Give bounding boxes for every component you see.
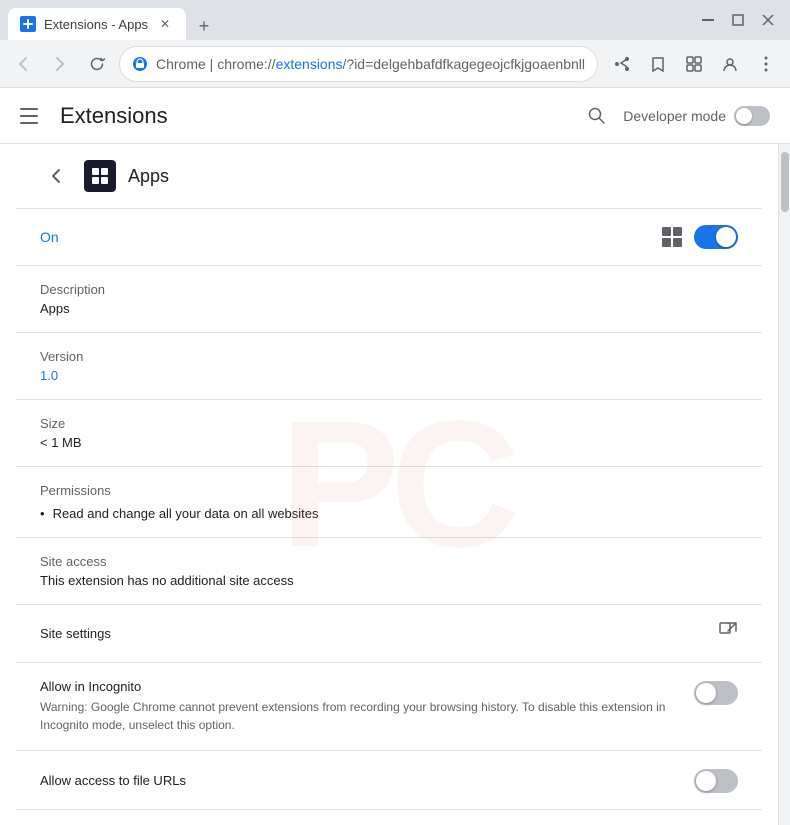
toolbar: Chrome | chrome://extensions/?id=delgehb…: [0, 40, 790, 88]
incognito-toggle[interactable]: [694, 681, 738, 705]
maximize-button[interactable]: [724, 6, 752, 34]
developer-mode-toggle-thumb: [736, 108, 752, 124]
tab-title: Extensions - Apps: [44, 17, 148, 32]
hamburger-menu-button[interactable]: [20, 104, 44, 128]
content-wrapper: PC: [0, 144, 790, 825]
address-bar[interactable]: Chrome | chrome://extensions/?id=delgehb…: [119, 46, 598, 82]
toolbar-actions: [606, 48, 782, 80]
grid-cell-1: [662, 227, 671, 236]
developer-mode-section: Developer mode: [579, 98, 770, 134]
scrollbar[interactable]: [778, 144, 790, 825]
permission-item: • Read and change all your data on all w…: [40, 506, 738, 521]
address-path: extensions: [276, 56, 343, 72]
developer-mode-label: Developer mode: [623, 108, 726, 124]
permissions-section: Permissions • Read and change all your d…: [16, 467, 762, 538]
file-access-row: Allow access to file URLs: [16, 751, 762, 810]
status-label: On: [40, 229, 662, 245]
status-row: On: [16, 209, 762, 266]
extension-name: Apps: [128, 166, 169, 187]
new-tab-button[interactable]: +: [190, 12, 218, 40]
external-link-icon[interactable]: [718, 621, 738, 646]
reload-button[interactable]: [82, 48, 111, 80]
description-section: Description Apps: [16, 266, 762, 333]
description-label: Description: [40, 282, 738, 297]
address-protocol: chrome://: [217, 56, 275, 72]
permission-text: Read and change all your data on all web…: [53, 506, 319, 521]
site-access-value: This extension has no additional site ac…: [40, 573, 738, 588]
description-value: Apps: [40, 301, 738, 316]
grid-cell-3: [662, 238, 671, 247]
site-settings-row[interactable]: Site settings: [16, 605, 762, 663]
address-sep: |: [206, 56, 217, 72]
grid-cell-2: [673, 227, 682, 236]
incognito-title: Allow in Incognito: [40, 679, 678, 694]
close-button[interactable]: [754, 6, 782, 34]
grid-view-icon[interactable]: [662, 227, 682, 247]
toggle-thumb: [716, 227, 736, 247]
share-icon[interactable]: [606, 48, 638, 80]
size-label: Size: [40, 416, 738, 431]
bullet-point: •: [40, 506, 45, 521]
search-icon: [587, 106, 607, 126]
incognito-section: Allow in Incognito Warning: Google Chrom…: [16, 663, 762, 751]
version-label: Version: [40, 349, 738, 364]
tab-close-button[interactable]: ✕: [156, 15, 174, 33]
main-content: Extensions Developer mode PC: [0, 88, 790, 825]
size-section: Size < 1 MB: [16, 400, 762, 467]
hamburger-line-2: [20, 115, 38, 117]
tab-favicon-icon: [20, 16, 36, 32]
hamburger-line-3: [20, 122, 38, 124]
developer-mode-toggle[interactable]: [734, 106, 770, 126]
forward-button[interactable]: [45, 48, 74, 80]
file-access-toggle[interactable]: [694, 769, 738, 793]
extension-detail-container: Apps On: [0, 144, 778, 825]
grid-cell-4: [673, 238, 682, 247]
incognito-desc: Warning: Google Chrome cannot prevent ex…: [40, 698, 678, 734]
file-access-label: Allow access to file URLs: [40, 773, 678, 788]
back-button[interactable]: [40, 160, 72, 192]
source-section: Source Not from Chrome Web Store.: [16, 810, 762, 825]
site-settings-label: Site settings: [40, 626, 718, 641]
incognito-toggle-thumb: [696, 683, 716, 703]
search-button[interactable]: [579, 98, 615, 134]
version-section: Version 1.0: [16, 333, 762, 400]
extensions-icon[interactable]: [678, 48, 710, 80]
size-value: < 1 MB: [40, 435, 738, 450]
active-tab[interactable]: Extensions - Apps ✕: [8, 8, 186, 40]
version-value: 1.0: [40, 368, 738, 383]
window-controls: [694, 6, 782, 34]
extension-enabled-toggle[interactable]: [694, 225, 738, 249]
minimize-button[interactable]: [694, 6, 722, 34]
permissions-label: Permissions: [40, 483, 738, 498]
title-bar: Extensions - Apps ✕ +: [0, 0, 790, 40]
tab-bar: Extensions - Apps ✕ +: [8, 0, 690, 40]
hamburger-line-1: [20, 108, 38, 110]
address-chrome: Chrome: [156, 56, 206, 72]
address-text: Chrome | chrome://extensions/?id=delgehb…: [156, 56, 585, 72]
incognito-text: Allow in Incognito Warning: Google Chrom…: [40, 679, 678, 734]
extension-detail-header: Apps: [16, 144, 762, 209]
address-query: /?id=delgehbafdfkagegeojcfkjgoaenbnll: [343, 56, 585, 72]
extension-icon: [84, 160, 116, 192]
site-access-label: Site access: [40, 554, 738, 569]
site-access-section: Site access This extension has no additi…: [16, 538, 762, 605]
incognito-row: Allow in Incognito Warning: Google Chrom…: [40, 679, 738, 734]
extensions-title: Extensions: [60, 103, 579, 129]
profile-icon[interactable]: [714, 48, 746, 80]
extension-icon-svg: [88, 164, 112, 188]
menu-icon[interactable]: [750, 48, 782, 80]
bookmark-icon[interactable]: [642, 48, 674, 80]
scrollable-content[interactable]: Apps On: [0, 144, 778, 825]
file-access-toggle-thumb: [696, 771, 716, 791]
extensions-header: Extensions Developer mode: [0, 88, 790, 144]
back-button[interactable]: [8, 48, 37, 80]
scrollbar-thumb[interactable]: [781, 152, 789, 212]
security-icon: [132, 56, 148, 72]
